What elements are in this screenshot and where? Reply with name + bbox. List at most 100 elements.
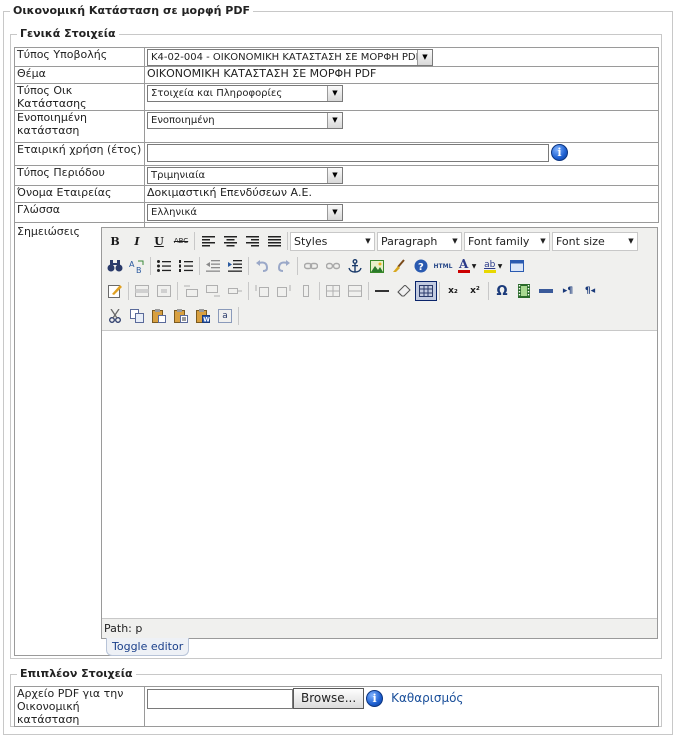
- outdent-button[interactable]: [202, 256, 224, 276]
- split-cells-button[interactable]: [322, 281, 344, 301]
- underline-button[interactable]: U: [148, 231, 170, 251]
- remove-format-button[interactable]: [393, 281, 415, 301]
- bullet-list-button[interactable]: [153, 256, 175, 276]
- row-statement-type: Τύπος Οικ Κατάστασης Στοιχεία και Πληροφ…: [14, 83, 659, 111]
- bullet-list-icon: [157, 260, 171, 272]
- help-button[interactable]: ?: [410, 256, 432, 276]
- clear-link[interactable]: Καθαρισμός: [391, 692, 463, 705]
- fullscreen-button[interactable]: [506, 256, 528, 276]
- delete-row-button[interactable]: [224, 281, 246, 301]
- outdent-icon: [206, 260, 220, 272]
- unlink-button[interactable]: [322, 256, 344, 276]
- font-color-swatch: [457, 270, 470, 273]
- editor-path-bar: Path: p: [102, 618, 657, 638]
- html-source-button[interactable]: HTML: [432, 256, 454, 276]
- col-after-button[interactable]: [273, 281, 295, 301]
- row-props-button[interactable]: [131, 281, 153, 301]
- company-name-value: Δοκιμαστική Επενδύσεων Α.Ε.: [144, 185, 659, 203]
- insert-hr-button[interactable]: [535, 281, 557, 301]
- col-before-button[interactable]: [251, 281, 273, 301]
- paste-word-button[interactable]: W: [192, 306, 214, 326]
- browse-button[interactable]: Browse...: [293, 688, 365, 709]
- font-color-button[interactable]: A ▼: [454, 256, 480, 276]
- broom-icon: [393, 259, 405, 272]
- row-language: Γλώσσα Ελληνικά ▼: [14, 202, 659, 223]
- bold-button[interactable]: B: [104, 231, 126, 251]
- rtl-button[interactable]: ¶ ◂: [579, 281, 601, 301]
- info-icon[interactable]: i: [366, 690, 384, 707]
- paste-text-button[interactable]: [170, 306, 192, 326]
- delete-col-button[interactable]: [295, 281, 317, 301]
- undo-button[interactable]: [251, 256, 273, 276]
- italic-button[interactable]: I: [126, 231, 148, 251]
- anchor-button[interactable]: [344, 256, 366, 276]
- anchor-icon: [348, 259, 362, 273]
- font-family-dropdown[interactable]: Font family ▼: [464, 231, 550, 251]
- paste-text-icon: [174, 309, 188, 323]
- fiscal-year-input[interactable]: [147, 144, 549, 162]
- copy-button[interactable]: [126, 306, 148, 326]
- align-center-button[interactable]: [219, 231, 241, 251]
- align-justify-button[interactable]: [263, 231, 285, 251]
- insert-col-before-icon: [255, 285, 269, 297]
- image-button[interactable]: [366, 256, 388, 276]
- horizontal-rule-button[interactable]: [371, 281, 393, 301]
- chevron-down-icon: ▼: [327, 86, 342, 101]
- chevron-down-icon: ▼: [628, 237, 634, 245]
- eraser-icon: [397, 285, 411, 297]
- select-all-button[interactable]: a: [218, 309, 232, 323]
- ltr-button[interactable]: ▸ ¶: [557, 281, 579, 301]
- link-button[interactable]: [300, 256, 322, 276]
- font-size-dropdown[interactable]: Font size ▼: [552, 231, 638, 251]
- numbered-list-button[interactable]: [175, 256, 197, 276]
- toolbar-separator: [297, 257, 298, 275]
- superscript-button[interactable]: x²: [464, 281, 486, 301]
- replace-button[interactable]: AB: [126, 256, 148, 276]
- cut-button[interactable]: [104, 306, 126, 326]
- indent-icon: [228, 260, 242, 272]
- toolbar-separator: [128, 282, 129, 300]
- media-button[interactable]: [513, 281, 535, 301]
- link-icon: [304, 262, 318, 270]
- chevron-down-icon: ▼: [327, 113, 342, 128]
- statement-type-select[interactable]: Στοιχεία και Πληροφορίες ▼: [147, 85, 343, 102]
- pdf-file-input[interactable]: [147, 688, 293, 709]
- strikethrough-button[interactable]: ABC: [170, 231, 192, 251]
- row-after-button[interactable]: [202, 281, 224, 301]
- language-select[interactable]: Ελληνικά ▼: [147, 204, 343, 221]
- special-char-button[interactable]: Ω: [491, 281, 513, 301]
- row-before-button[interactable]: [180, 281, 202, 301]
- visual-aid-button[interactable]: [415, 281, 437, 301]
- styles-dropdown[interactable]: Styles ▼: [290, 231, 375, 251]
- info-icon[interactable]: i: [551, 144, 568, 161]
- subject-value: ΟΙΚΟΝΟΜΙΚΗ ΚΑΤΑΣΤΑΣΗ ΣΕ ΜΟΡΦΗ PDF: [144, 66, 659, 84]
- period-type-select[interactable]: Τριμηνιαία ▼: [147, 167, 343, 184]
- merge-cells-button[interactable]: [344, 281, 366, 301]
- highlight-icon: ab: [484, 259, 496, 270]
- editor-content-area[interactable]: [102, 331, 657, 617]
- row-subject: Θέμα ΟΙΚΟΝΟΜΙΚΗ ΚΑΤΑΣΤΑΣΗ ΣΕ ΜΟΡΦΗ PDF: [14, 66, 659, 84]
- chevron-down-icon: ▼: [497, 262, 503, 270]
- consolidated-label: Ενοποιημένη κατάσταση: [14, 110, 145, 143]
- highlight-button[interactable]: ab ▼: [480, 256, 506, 276]
- cleanup-button[interactable]: [388, 256, 410, 276]
- general-legend: Γενικά Στοιχεία: [17, 27, 119, 40]
- submission-type-select[interactable]: K4-02-004 - ΟΙΚΟΝΟΜΙΚΗ ΚΑΤΑΣΤΑΣΗ ΣΕ ΜΟΡΦ…: [147, 49, 433, 66]
- align-left-button[interactable]: [197, 231, 219, 251]
- align-center-icon: [223, 235, 237, 246]
- edit-css-button[interactable]: [104, 281, 126, 301]
- language-label: Γλώσσα: [14, 202, 145, 223]
- unlink-icon: [326, 262, 340, 270]
- align-right-button[interactable]: [241, 231, 263, 251]
- toggle-editor-button[interactable]: Toggle editor: [106, 638, 190, 656]
- find-button[interactable]: [104, 256, 126, 276]
- cell-props-button[interactable]: [153, 281, 175, 301]
- redo-button[interactable]: [273, 256, 295, 276]
- subscript-button[interactable]: x₂: [442, 281, 464, 301]
- format-dropdown[interactable]: Paragraph ▼: [377, 231, 462, 251]
- page-title: Οικονομική Κατάσταση σε μορφή PDF: [10, 4, 253, 17]
- paste-button[interactable]: [148, 306, 170, 326]
- indent-button[interactable]: [224, 256, 246, 276]
- consolidated-select[interactable]: Ενοποιημένη ▼: [147, 112, 343, 129]
- toolbar-row-2: AB ? HTML A ▼ ab ▼: [104, 254, 528, 278]
